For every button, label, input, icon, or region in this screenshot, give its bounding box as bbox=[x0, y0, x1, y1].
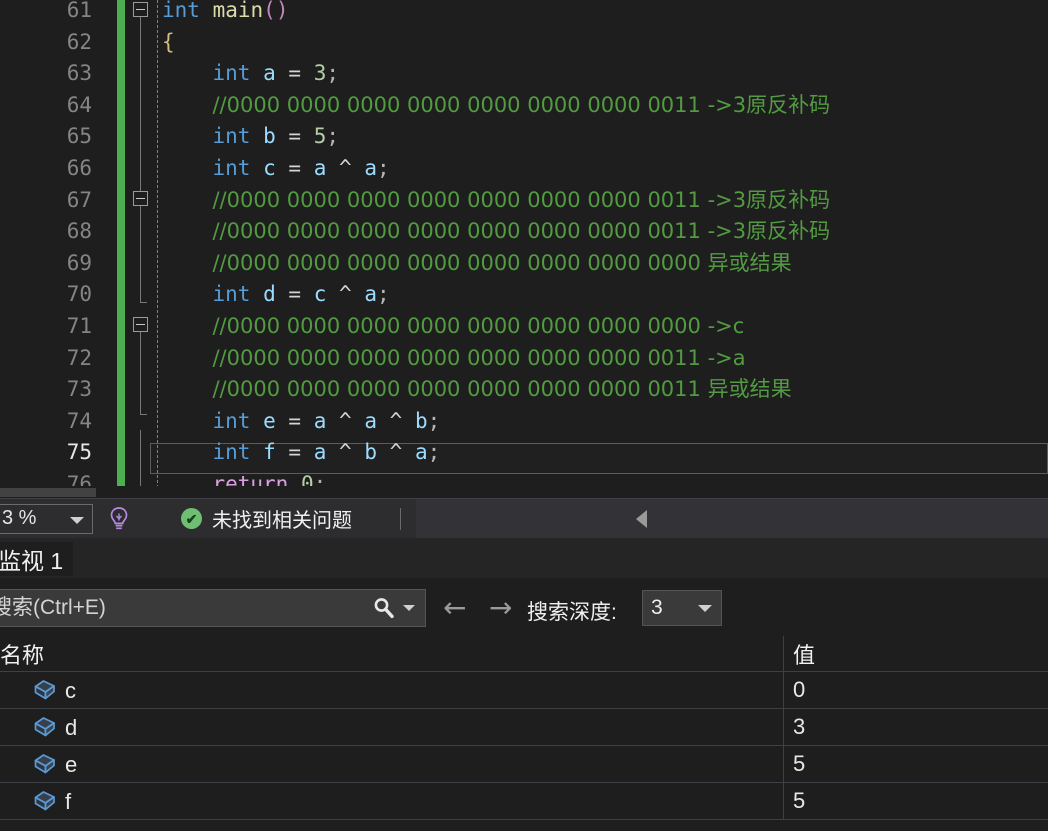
table-row[interactable]: f5 bbox=[0, 783, 1048, 820]
variable-box-icon bbox=[32, 714, 58, 740]
chevron-down-icon[interactable] bbox=[698, 605, 712, 612]
search-input[interactable] bbox=[0, 595, 365, 621]
cell-variable-value[interactable]: 3 bbox=[785, 709, 1048, 745]
cell-variable-name[interactable]: c bbox=[0, 672, 784, 708]
code-line[interactable]: //0000 0000 0000 0000 0000 0000 0000 001… bbox=[212, 185, 830, 217]
code-line[interactable]: //0000 0000 0000 0000 0000 0000 0000 001… bbox=[212, 90, 830, 122]
code-line[interactable]: int a = 3; bbox=[212, 58, 339, 90]
variable-name-label: c bbox=[65, 678, 76, 703]
variable-box-icon bbox=[34, 680, 55, 700]
code-line[interactable]: int b = 5; bbox=[212, 121, 339, 153]
status-bar-right-area bbox=[416, 499, 1048, 538]
zoom-level-value: 3 % bbox=[2, 507, 37, 529]
variable-box-icon bbox=[32, 751, 58, 777]
arrow-left-icon[interactable]: ← bbox=[443, 594, 466, 622]
grid-header-row: 名称 值 bbox=[0, 636, 1048, 672]
cell-variable-name[interactable]: d bbox=[0, 709, 784, 745]
lightbulb-icon[interactable] bbox=[105, 506, 133, 532]
code-line[interactable]: { bbox=[162, 27, 175, 59]
cell-variable-value[interactable]: 5 bbox=[785, 783, 1048, 819]
code-line[interactable]: int c = a ^ a; bbox=[212, 153, 389, 185]
code-line[interactable]: //0000 0000 0000 0000 0000 0000 0000 001… bbox=[212, 374, 791, 406]
variable-box-icon bbox=[32, 677, 58, 703]
status-message-label: 未找到相关问题 bbox=[212, 510, 352, 532]
table-row[interactable]: e5 bbox=[0, 746, 1048, 783]
editor-horizontal-scrollbar[interactable] bbox=[0, 486, 1048, 498]
search-depth-label: 搜索深度: bbox=[527, 601, 617, 624]
code-line[interactable]: int d = c ^ a; bbox=[212, 279, 389, 311]
chevron-down-icon[interactable] bbox=[70, 516, 84, 524]
column-header-name[interactable]: 名称 bbox=[0, 636, 784, 671]
status-bar-separator bbox=[400, 507, 401, 530]
column-header-value[interactable]: 值 bbox=[785, 636, 1048, 671]
arrow-right-icon[interactable]: → bbox=[489, 594, 512, 622]
code-line[interactable]: int main() bbox=[162, 0, 288, 27]
code-line[interactable]: //0000 0000 0000 0000 0000 0000 0000 000… bbox=[212, 311, 744, 343]
cell-variable-name[interactable]: f bbox=[0, 783, 784, 819]
cell-variable-value[interactable]: 5 bbox=[785, 746, 1048, 782]
grid-body[interactable]: c0d3e5f5 bbox=[0, 672, 1048, 820]
scrollbar-thumb[interactable] bbox=[0, 488, 96, 497]
variable-box-icon bbox=[32, 788, 58, 814]
cell-variable-name[interactable]: e bbox=[0, 746, 784, 782]
tab-watch-1[interactable]: 监视 1 bbox=[0, 542, 74, 576]
code-editor[interactable]: 61 62 63 64 65 66 67 68 69 70 71 72 73 74 75 76 int mai… bbox=[0, 0, 1048, 498]
variable-name-label: f bbox=[65, 789, 72, 814]
search-icon[interactable] bbox=[365, 595, 403, 621]
watch-toolbar: ← → 搜索深度: 3 bbox=[0, 578, 1048, 636]
table-row[interactable]: c0 bbox=[0, 672, 1048, 709]
variable-box-icon bbox=[34, 791, 55, 811]
editor-status-bar: 3 % ✔ 未找到相关问题 bbox=[0, 498, 1048, 538]
cell-variable-value[interactable]: 0 bbox=[785, 672, 1048, 708]
watch-tab-strip: 监视 1 bbox=[0, 538, 1048, 578]
variable-box-icon bbox=[34, 754, 55, 774]
code-line[interactable]: int f = a ^ b ^ a; bbox=[212, 437, 440, 469]
code-text-layer[interactable]: int main(){int a = 3;//0000 0000 0000 00… bbox=[0, 0, 1048, 498]
search-depth-value: 3 bbox=[651, 596, 663, 619]
tab-watch-1-label: 监视 1 bbox=[0, 548, 64, 574]
code-line[interactable]: //0000 0000 0000 0000 0000 0000 0000 000… bbox=[212, 248, 791, 280]
variable-box-icon bbox=[34, 717, 55, 737]
search-depth-combobox[interactable]: 3 bbox=[642, 590, 722, 626]
code-line[interactable]: int e = a ^ a ^ b; bbox=[212, 406, 440, 438]
search-box[interactable] bbox=[0, 589, 426, 627]
status-message: ✔ 未找到相关问题 bbox=[181, 504, 352, 533]
check-circle-icon: ✔ bbox=[181, 508, 202, 529]
code-line[interactable]: //0000 0000 0000 0000 0000 0000 0000 001… bbox=[212, 216, 830, 248]
triangle-left-icon[interactable] bbox=[636, 510, 647, 528]
code-line[interactable]: //0000 0000 0000 0000 0000 0000 0000 001… bbox=[212, 343, 745, 375]
variable-name-label: d bbox=[65, 715, 78, 740]
variable-name-label: e bbox=[65, 752, 78, 777]
watch-panel: 监视 1 ← → 搜索深度: 3 名称 值 bbox=[0, 538, 1048, 831]
table-row[interactable]: d3 bbox=[0, 709, 1048, 746]
chevron-down-icon[interactable] bbox=[403, 605, 425, 611]
zoom-level-combobox[interactable]: 3 % bbox=[0, 503, 93, 534]
watch-variables-grid[interactable]: 名称 值 c0d3e5f5 bbox=[0, 636, 1048, 820]
